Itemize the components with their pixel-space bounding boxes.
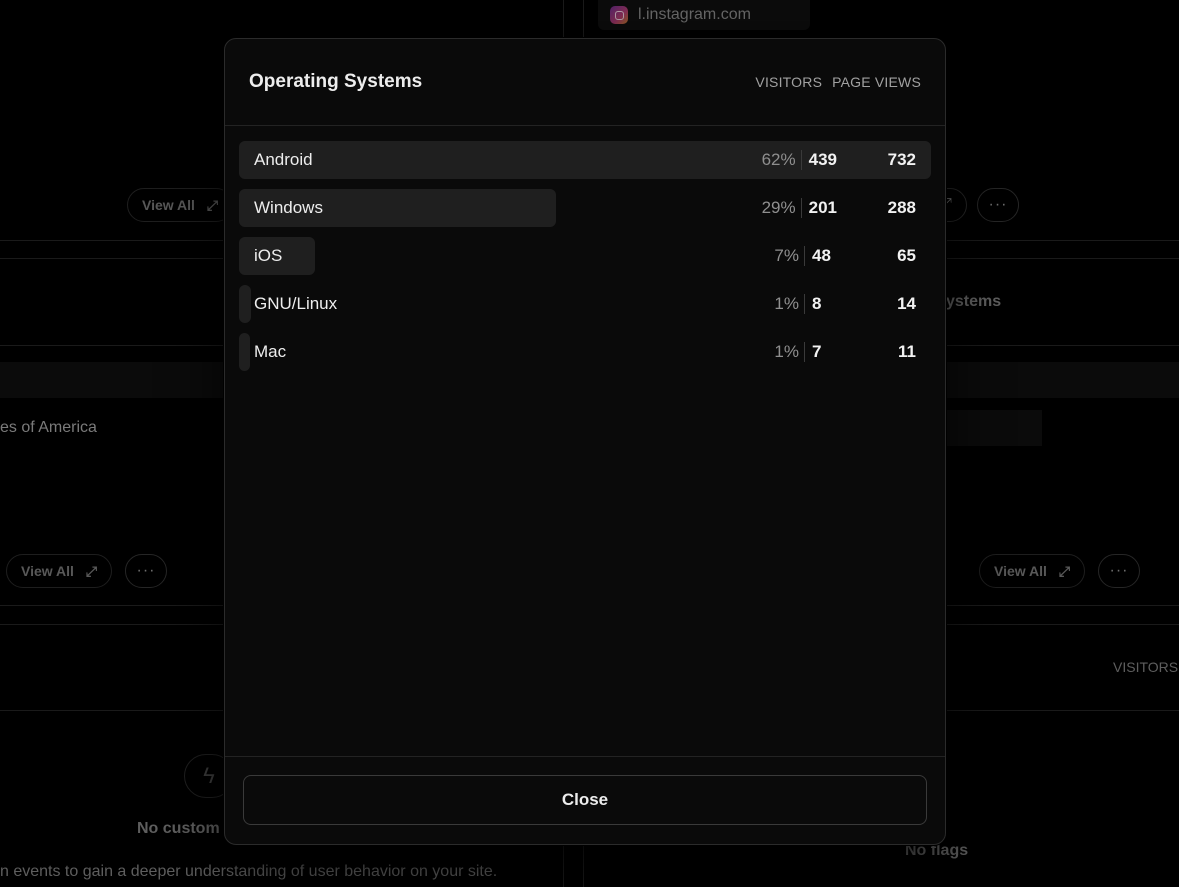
visitor-count: 439 bbox=[808, 150, 837, 169]
column-header-fragment: VISITORS bbox=[1113, 659, 1179, 675]
empty-state-description: n events to gain a deeper understanding … bbox=[0, 863, 498, 880]
os-name: iOS bbox=[254, 246, 283, 265]
dialog-header: Operating Systems VISITORS PAGE VIEWS bbox=[225, 39, 945, 126]
referrer-label: l.instagram.com bbox=[638, 6, 751, 23]
os-name: Android bbox=[254, 150, 313, 169]
page-views-column-header: PAGE VIEWS bbox=[832, 74, 921, 90]
row-metrics: 62% 439 732 bbox=[762, 150, 931, 170]
visitor-count: 8 bbox=[812, 294, 822, 313]
visitor-percent: 1% bbox=[774, 342, 799, 361]
visitor-count: 201 bbox=[808, 198, 837, 217]
more-button[interactable]: ··· bbox=[977, 188, 1019, 222]
more-button[interactable]: ··· bbox=[1098, 554, 1140, 588]
visitor-count: 48 bbox=[812, 246, 831, 265]
more-button[interactable]: ··· bbox=[125, 554, 167, 588]
visitor-percent: 29% bbox=[761, 198, 796, 217]
empty-state-title: No custom bbox=[137, 820, 220, 837]
page-view-count: 288 bbox=[887, 198, 916, 217]
visitor-percent: 7% bbox=[774, 246, 799, 265]
column-headers: VISITORS PAGE VIEWS bbox=[755, 74, 921, 90]
os-row[interactable]: Android 62% 439 732 bbox=[239, 141, 931, 179]
page-view-count: 11 bbox=[898, 342, 916, 361]
os-name: GNU/Linux bbox=[254, 294, 338, 313]
dialog-footer: Close bbox=[225, 756, 945, 844]
os-row[interactable]: Mac 1% 7 11 bbox=[239, 333, 931, 371]
visitor-percent: 62% bbox=[761, 150, 796, 169]
row-metrics: 29% 201 288 bbox=[762, 198, 931, 218]
view-all-button[interactable]: View All ⤢ bbox=[6, 554, 113, 588]
expand-icon: ⤢ bbox=[1058, 562, 1071, 579]
panel-title-fragment: ystems bbox=[946, 293, 1002, 310]
visitor-count: 7 bbox=[812, 342, 822, 361]
page-view-count: 732 bbox=[887, 150, 916, 169]
row-metrics: 1% 7 11 bbox=[774, 342, 931, 362]
expand-icon: ⤢ bbox=[85, 562, 98, 579]
row-metrics: 1% 8 14 bbox=[774, 294, 931, 314]
operating-systems-dialog: Operating Systems VISITORS PAGE VIEWS An… bbox=[224, 38, 946, 845]
instagram-icon bbox=[610, 6, 628, 24]
country-label-fragment: es of America bbox=[0, 419, 97, 436]
os-list: Android 62% 439 732 Windows 29% 201 288 iOS 7% 48 6… bbox=[225, 126, 945, 371]
dialog-title: Operating Systems bbox=[249, 71, 423, 92]
os-row[interactable]: Windows 29% 201 288 bbox=[239, 189, 931, 227]
os-row[interactable]: iOS 7% 48 65 bbox=[239, 237, 931, 275]
referrer-item[interactable]: l.instagram.com bbox=[598, 0, 810, 30]
view-all-button[interactable]: View All ⤢ bbox=[127, 188, 234, 222]
visitor-percent: 1% bbox=[774, 294, 799, 313]
expand-icon: ⤢ bbox=[206, 196, 219, 213]
view-all-button[interactable]: View All ⤢ bbox=[979, 554, 1086, 588]
os-name: Mac bbox=[254, 342, 287, 361]
close-button[interactable]: Close bbox=[243, 775, 927, 825]
os-name: Windows bbox=[254, 198, 323, 217]
page-view-count: 14 bbox=[897, 294, 916, 313]
row-metrics: 7% 48 65 bbox=[774, 246, 931, 266]
os-row[interactable]: GNU/Linux 1% 8 14 bbox=[239, 285, 931, 323]
visitors-column-header: VISITORS bbox=[755, 74, 823, 90]
page-view-count: 65 bbox=[897, 246, 916, 265]
